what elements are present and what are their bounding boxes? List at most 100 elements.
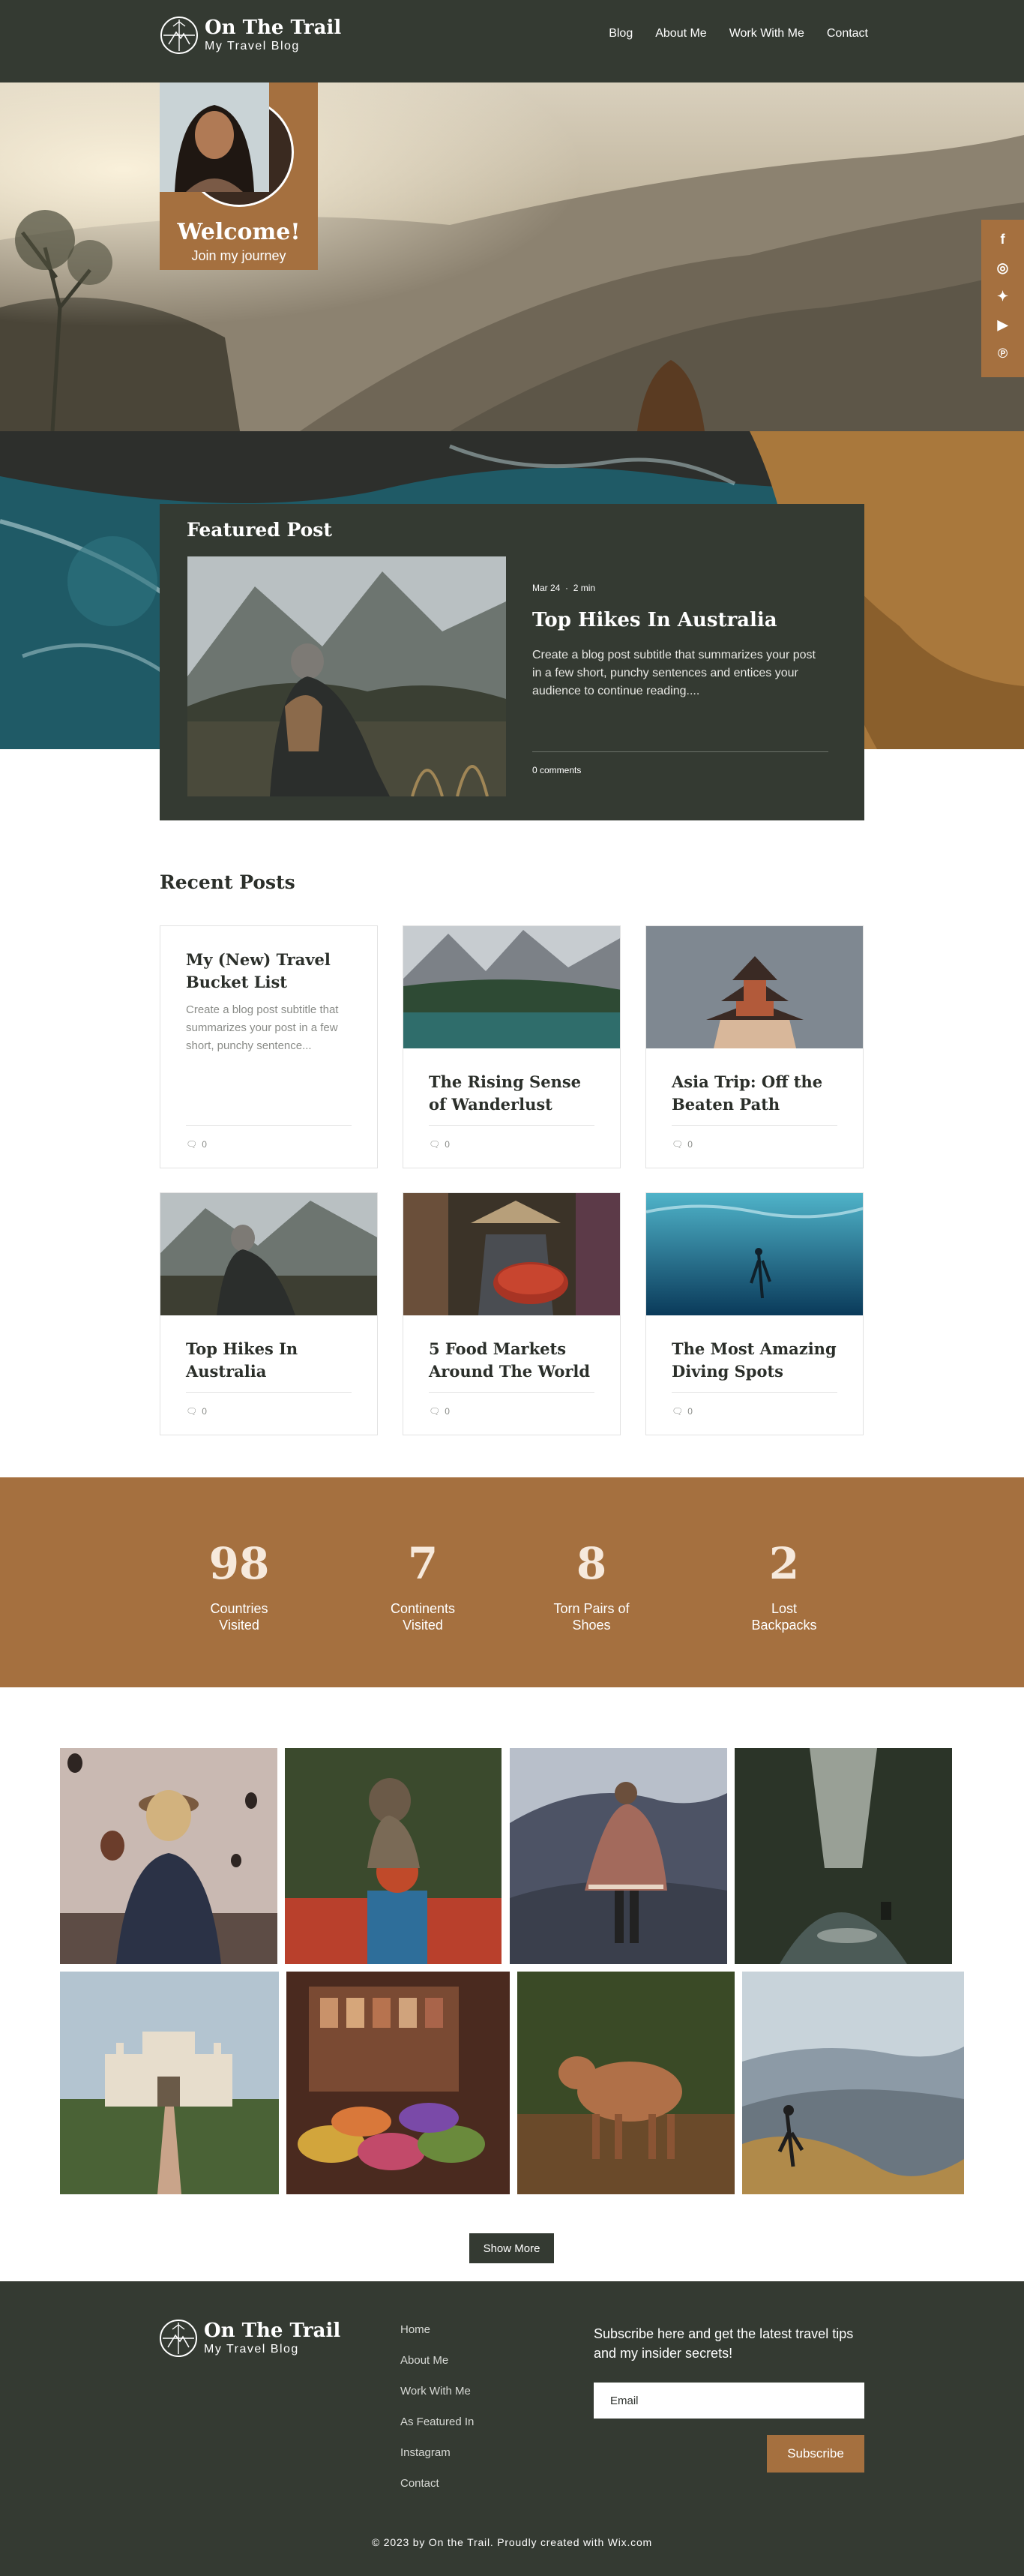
stat-continents: 7 Continents Visited: [348, 1537, 498, 1633]
post-image-market[interactable]: [403, 1193, 620, 1315]
comment-icon: 🗨: [186, 1406, 198, 1417]
footer-link-work-with-me[interactable]: Work With Me: [400, 2384, 474, 2399]
comments-count[interactable]: 🗨 0: [672, 1406, 693, 1417]
main-nav: Blog About Me Work With Me Contact: [609, 27, 868, 40]
site-footer: On The Trail My Travel Blog Home About M…: [0, 2281, 1024, 2576]
site-logo[interactable]: On The Trail My Travel Blog: [160, 16, 341, 55]
pinterest-icon[interactable]: ℗: [998, 344, 1008, 362]
footer-logo-subtitle: My Travel Blog: [204, 2343, 299, 2356]
stat-countries: 98 Countries Visited: [164, 1537, 314, 1633]
footer-link-about-me[interactable]: About Me: [400, 2353, 474, 2368]
comment-count-value: 0: [445, 1139, 450, 1150]
meta-separator: ·: [562, 583, 573, 593]
nav-blog[interactable]: Blog: [609, 27, 633, 40]
featured-label: Featured Post: [187, 519, 332, 541]
logo-subtitle: My Travel Blog: [205, 40, 300, 52]
comments-count[interactable]: 🗨 0: [186, 1406, 207, 1417]
footer-link-contact[interactable]: Contact: [400, 2476, 474, 2491]
featured-post-image[interactable]: [187, 556, 506, 796]
post-image-hiker[interactable]: [160, 1193, 377, 1315]
post-title[interactable]: The Most Amazing Diving Spots: [672, 1338, 837, 1383]
gallery-image-palace[interactable]: [60, 1972, 279, 2194]
comments-count[interactable]: 0 comments: [532, 765, 581, 775]
post-card[interactable]: The Rising Sense of Wanderlust 🗨 0: [403, 925, 621, 1168]
stat-label: Torn Pairs of Shoes: [553, 1601, 630, 1633]
comment-count-value: 0: [687, 1406, 693, 1417]
footer-link-as-featured-in[interactable]: As Featured In: [400, 2415, 474, 2430]
gallery-image-cow[interactable]: [517, 1972, 735, 2194]
social-bar: f ◎ ✦ ▶ ℗: [981, 220, 1024, 377]
comment-count-value: 0: [445, 1406, 450, 1417]
avatar: [160, 82, 294, 207]
featured-post-excerpt: Create a blog post subtitle that summari…: [532, 649, 816, 697]
footer-link-home[interactable]: Home: [400, 2323, 474, 2338]
hero-landscape-image: [0, 82, 1024, 431]
post-title[interactable]: My (New) Travel Bucket List: [186, 949, 352, 994]
welcome-box: Welcome! Join my journey: [160, 82, 318, 270]
comment-count-value: 0: [202, 1406, 207, 1417]
post-title[interactable]: 5 Food Markets Around The World: [429, 1338, 594, 1383]
compass-logo-icon: [160, 2320, 197, 2357]
logo-title: On The Trail: [205, 16, 342, 39]
subscribe-button[interactable]: Subscribe: [767, 2435, 864, 2473]
compass-logo-icon: [160, 16, 198, 54]
post-card[interactable]: Asia Trip: Off the Beaten Path 🗨 0: [645, 925, 864, 1168]
comments-count[interactable]: 🗨 0: [429, 1139, 450, 1150]
stat-value: 7: [407, 1538, 439, 1589]
gallery-image-monkey[interactable]: [285, 1748, 502, 1964]
twitter-icon[interactable]: ✦: [997, 287, 1008, 305]
subscribe-text: Subscribe here and get the latest travel…: [594, 2326, 854, 2361]
post-card[interactable]: 5 Food Markets Around The World 🗨 0: [403, 1192, 621, 1435]
post-title[interactable]: Top Hikes In Australia: [186, 1338, 352, 1383]
stat-backpacks: 2 Lost Backpacks: [709, 1537, 859, 1633]
comments-count[interactable]: 🗨 0: [186, 1139, 207, 1150]
divider: [186, 1392, 352, 1393]
email-field[interactable]: [594, 2383, 864, 2419]
featured-post-title[interactable]: Top Hikes In Australia: [532, 609, 777, 631]
welcome-subtitle[interactable]: Join my journey: [160, 248, 318, 264]
post-title[interactable]: Asia Trip: Off the Beaten Path: [672, 1071, 837, 1116]
divider: [672, 1125, 837, 1126]
instagram-icon[interactable]: ◎: [997, 259, 1009, 277]
footer-logo[interactable]: On The Trail My Travel Blog: [159, 2319, 340, 2358]
facebook-icon[interactable]: f: [1001, 230, 1005, 248]
footer-link-instagram[interactable]: Instagram: [400, 2446, 474, 2461]
gallery-image-mountain-hikers[interactable]: [742, 1972, 964, 2194]
post-card[interactable]: Top Hikes In Australia 🗨 0: [160, 1192, 378, 1435]
recent-posts-title: Recent Posts: [160, 871, 295, 893]
nav-contact[interactable]: Contact: [827, 27, 868, 40]
read-time: 2 min: [573, 583, 596, 593]
divider: [429, 1392, 594, 1393]
stat-value: 8: [576, 1538, 607, 1589]
comment-count-value: 0: [687, 1139, 693, 1150]
footer-nav: Home About Me Work With Me As Featured I…: [400, 2323, 474, 2491]
divider: [672, 1392, 837, 1393]
stat-label: Lost Backpacks: [751, 1601, 817, 1633]
comment-icon: 🗨: [186, 1139, 198, 1150]
stat-label: Continents Visited: [390, 1601, 456, 1633]
gallery-image-forest-river[interactable]: [735, 1748, 952, 1964]
featured-post[interactable]: Featured Post Mar 24 · 2 min Top Hikes I…: [160, 504, 864, 820]
gallery-image-balloons[interactable]: [60, 1748, 277, 1964]
stat-value: 98: [208, 1538, 270, 1589]
comments-count[interactable]: 🗨 0: [672, 1139, 693, 1150]
post-image-lake[interactable]: [403, 926, 620, 1048]
stat-value: 2: [768, 1538, 800, 1589]
post-title[interactable]: The Rising Sense of Wanderlust: [429, 1071, 594, 1116]
gallery-image-poncho[interactable]: [510, 1748, 727, 1964]
post-excerpt: Create a blog post subtitle that summari…: [186, 1003, 339, 1052]
comment-icon: 🗨: [429, 1139, 441, 1150]
comment-icon: 🗨: [672, 1406, 684, 1417]
nav-about-me[interactable]: About Me: [655, 27, 706, 40]
comments-count[interactable]: 🗨 0: [429, 1406, 450, 1417]
post-card[interactable]: The Most Amazing Diving Spots 🗨 0: [645, 1192, 864, 1435]
post-image-diving[interactable]: [646, 1193, 863, 1315]
show-more-button[interactable]: Show More: [469, 2233, 554, 2263]
gallery-image-spice-market[interactable]: [286, 1972, 510, 2194]
post-card[interactable]: My (New) Travel Bucket List Create a blo…: [160, 925, 378, 1168]
post-image-pagoda[interactable]: [646, 926, 863, 1048]
youtube-icon[interactable]: ▶: [998, 316, 1008, 334]
footer-logo-title: On The Trail: [204, 2320, 341, 2342]
stats-section: 98 Countries Visited 7 Continents Visite…: [0, 1477, 1024, 1687]
nav-work-with-me[interactable]: Work With Me: [729, 27, 804, 40]
